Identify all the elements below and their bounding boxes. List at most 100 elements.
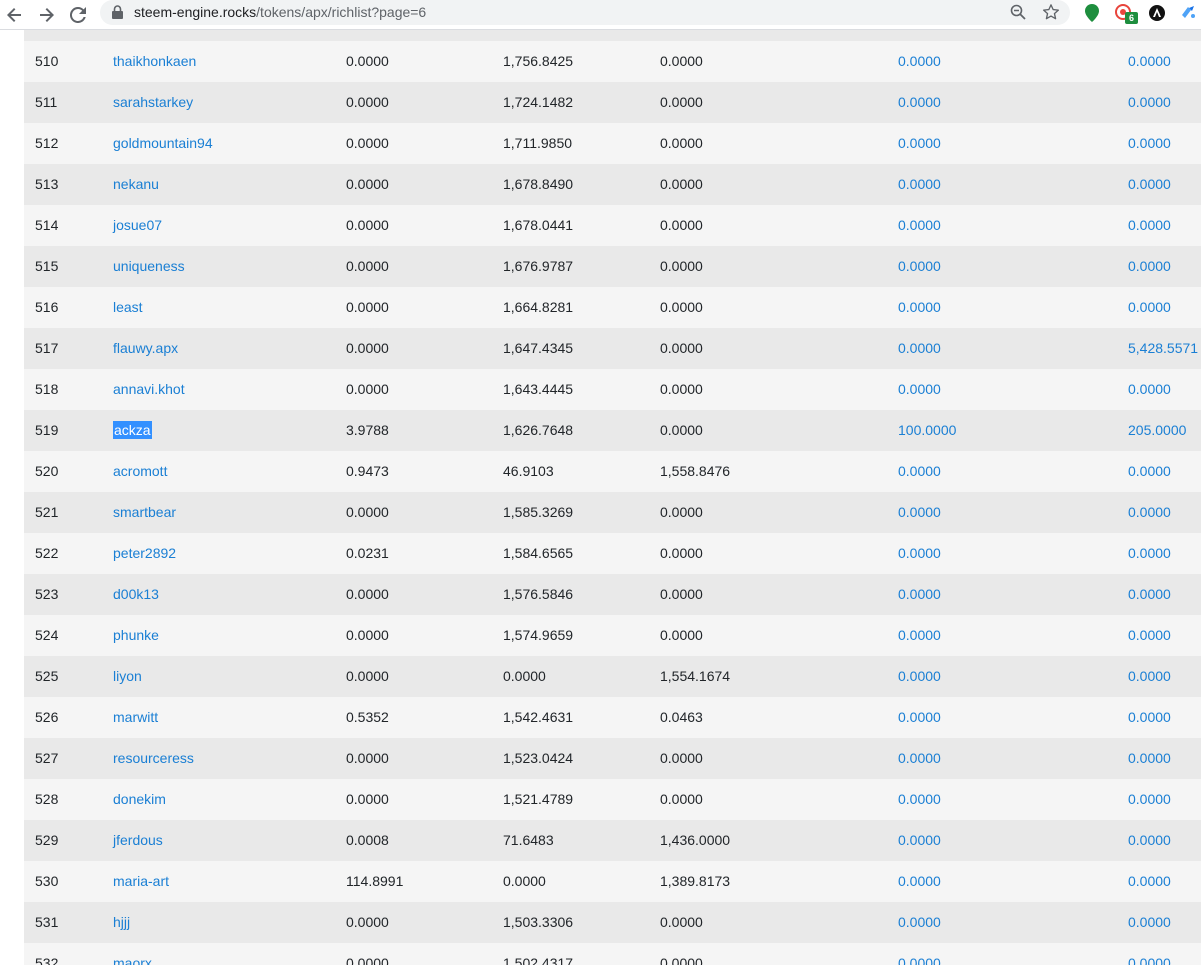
account-link[interactable]: hjjj	[113, 902, 130, 943]
lock-icon	[112, 5, 123, 24]
delegations-in-link[interactable]: 0.0000	[1128, 123, 1171, 164]
delegations-out-link[interactable]: 0.0000	[898, 902, 941, 943]
delegations-out-link[interactable]: 0.0000	[898, 820, 941, 861]
delegations-in-link[interactable]: 0.0000	[1128, 820, 1171, 861]
delegations-in-link[interactable]: 0.0000	[1128, 902, 1171, 943]
account-link[interactable]: uniqueness	[113, 246, 185, 287]
back-arrow-icon[interactable]	[3, 3, 27, 27]
account-link[interactable]: sarahstarkey	[113, 82, 193, 123]
account-link[interactable]: goldmountain94	[113, 123, 213, 164]
account-link[interactable]: flauwy.apx	[113, 328, 178, 369]
zoom-out-icon[interactable]	[1010, 4, 1026, 25]
pending-unstake-cell: 0.0000	[660, 94, 703, 110]
delegations-in-link[interactable]: 0.0000	[1128, 861, 1171, 902]
delegations-in-link[interactable]: 0.0000	[1128, 369, 1171, 410]
stake-cell: 1,643.4445	[503, 381, 574, 397]
delegations-out-link[interactable]: 0.0000	[898, 738, 941, 779]
account-link[interactable]: jferdous	[113, 820, 163, 861]
pending-unstake-cell: 1,389.8173	[660, 873, 731, 889]
delegations-out-link[interactable]: 0.0000	[898, 82, 941, 123]
circle-a-extension-icon[interactable]	[1147, 3, 1167, 23]
delegations-in-link[interactable]: 0.0000	[1128, 779, 1171, 820]
delegations-in-link[interactable]: 0.0000	[1128, 656, 1171, 697]
puzzle-extension-icon[interactable]	[1178, 3, 1198, 23]
table-row: 521 smartbear 0.0000 1,585.3269 0.0000 0.0000…	[24, 492, 1201, 533]
account-link[interactable]: phunke	[113, 615, 159, 656]
balance-cell: 0.0000	[346, 94, 389, 110]
account-link[interactable]: thaikhonkaen	[113, 41, 196, 82]
delegations-out-link[interactable]: 0.0000	[898, 451, 941, 492]
bookmark-star-icon[interactable]	[1042, 3, 1060, 26]
delegations-in-link[interactable]: 0.0000	[1128, 205, 1171, 246]
balance-cell: 0.0000	[346, 381, 389, 397]
account-link[interactable]: liyon	[113, 656, 142, 697]
delegations-in-link[interactable]: 5,428.5571	[1128, 328, 1198, 369]
pending-unstake-cell: 0.0000	[660, 955, 703, 965]
delegations-out-link[interactable]: 0.0000	[898, 328, 941, 369]
delegations-in-link[interactable]: 0.0000	[1128, 82, 1171, 123]
delegations-in-link[interactable]: 0.0000	[1128, 246, 1171, 287]
stake-cell: 1,542.4631	[503, 709, 574, 725]
rank-cell: 523	[35, 586, 59, 602]
delegations-out-link[interactable]: 0.0000	[898, 574, 941, 615]
delegations-out-link[interactable]: 0.0000	[898, 164, 941, 205]
delegations-in-link[interactable]: 205.0000	[1128, 410, 1186, 451]
delegations-out-link[interactable]: 0.0000	[898, 779, 941, 820]
stake-cell: 0.0000	[503, 668, 546, 684]
pending-unstake-cell: 0.0463	[660, 709, 703, 725]
delegations-in-link[interactable]: 0.0000	[1128, 615, 1171, 656]
delegations-out-link[interactable]: 0.0000	[898, 533, 941, 574]
delegations-in-link[interactable]: 0.0000	[1128, 164, 1171, 205]
rank-cell: 527	[35, 750, 59, 766]
url-path: /tokens/apx/richlist?page=6	[256, 4, 427, 20]
extension-badge: 6	[1125, 12, 1138, 24]
delegations-out-link[interactable]: 0.0000	[898, 656, 941, 697]
account-link[interactable]: peter2892	[113, 533, 176, 574]
account-link[interactable]: acromott	[113, 451, 167, 492]
delegations-out-link[interactable]: 0.0000	[898, 943, 941, 965]
delegations-out-link[interactable]: 0.0000	[898, 697, 941, 738]
table-row: 527 resourceress 0.0000 1,523.0424 0.0000 0.0…	[24, 738, 1201, 779]
delegations-out-link[interactable]: 0.0000	[898, 861, 941, 902]
account-link[interactable]: nekanu	[113, 164, 159, 205]
stake-cell: 1,584.6565	[503, 545, 574, 561]
delegations-out-link[interactable]: 0.0000	[898, 41, 941, 82]
balance-cell: 0.9473	[346, 463, 389, 479]
account-link[interactable]: josue07	[113, 205, 162, 246]
delegations-in-link[interactable]: 0.0000	[1128, 533, 1171, 574]
account-link[interactable]: resourceress	[113, 738, 194, 779]
balance-cell: 0.0000	[346, 750, 389, 766]
delegations-in-link[interactable]: 0.0000	[1128, 697, 1171, 738]
reload-icon[interactable]	[66, 3, 90, 27]
forward-arrow-icon[interactable]	[34, 3, 58, 27]
delegations-in-link[interactable]: 0.0000	[1128, 574, 1171, 615]
account-link[interactable]: maria-art	[113, 861, 169, 902]
account-link[interactable]: marwitt	[113, 697, 158, 738]
stake-cell: 1,523.0424	[503, 750, 574, 766]
table-row: 518 annavi.khot 0.0000 1,643.4445 0.0000 0.00…	[24, 369, 1201, 410]
account-link[interactable]: annavi.khot	[113, 369, 185, 410]
delegations-in-link[interactable]: 0.0000	[1128, 492, 1171, 533]
delegations-out-link[interactable]: 0.0000	[898, 246, 941, 287]
account-link[interactable]: maorx	[113, 943, 152, 965]
account-link[interactable]: smartbear	[113, 492, 176, 533]
green-pin-extension-icon[interactable]	[1082, 3, 1102, 23]
delegations-in-link[interactable]: 0.0000	[1128, 943, 1171, 965]
delegations-out-link[interactable]: 0.0000	[898, 123, 941, 164]
selected-account-text[interactable]: ackza	[113, 421, 152, 439]
delegations-in-link[interactable]: 0.0000	[1128, 738, 1171, 779]
account-link[interactable]: least	[113, 287, 143, 328]
address-bar[interactable]: steem-engine.rocks/tokens/apx/richlist?p…	[100, 0, 1070, 25]
delegations-out-link[interactable]: 100.0000	[898, 410, 956, 451]
account-link[interactable]: ackza	[113, 410, 152, 451]
delegations-out-link[interactable]: 0.0000	[898, 369, 941, 410]
delegations-out-link[interactable]: 0.0000	[898, 205, 941, 246]
account-link[interactable]: d00k13	[113, 574, 159, 615]
delegations-in-link[interactable]: 0.0000	[1128, 451, 1171, 492]
account-link[interactable]: donekim	[113, 779, 166, 820]
delegations-in-link[interactable]: 0.0000	[1128, 287, 1171, 328]
delegations-out-link[interactable]: 0.0000	[898, 492, 941, 533]
delegations-out-link[interactable]: 0.0000	[898, 615, 941, 656]
delegations-in-link[interactable]: 0.0000	[1128, 41, 1171, 82]
delegations-out-link[interactable]: 0.0000	[898, 287, 941, 328]
